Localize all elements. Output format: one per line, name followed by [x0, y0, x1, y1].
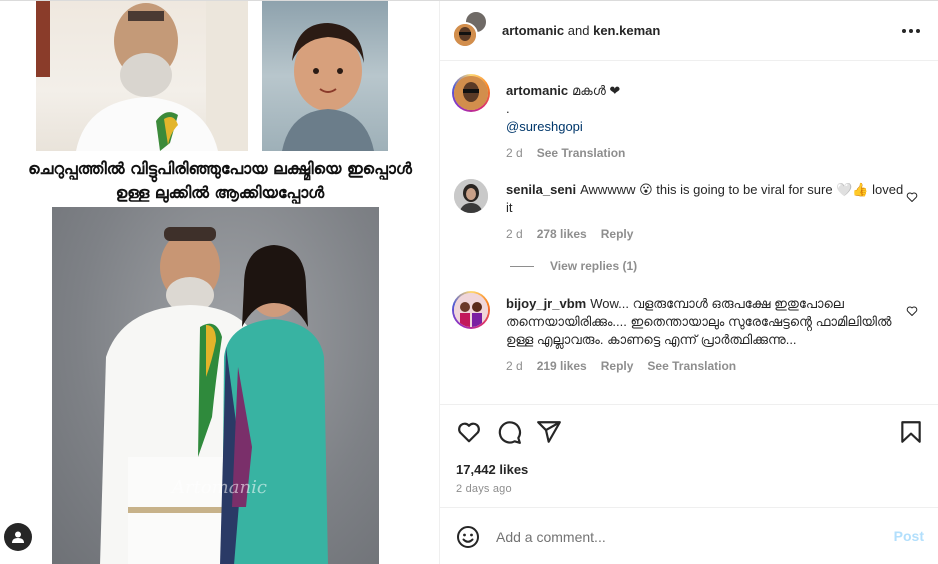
post-actions: 17,442 likes 2 days ago [440, 405, 938, 505]
post-timestamp[interactable]: 2 days ago [456, 483, 512, 495]
avatar[interactable] [454, 179, 488, 213]
comment-text-line2: . [506, 101, 510, 116]
comment-likes[interactable]: 278 likes [537, 227, 587, 241]
view-replies-button[interactable]: View replies (1) [510, 259, 637, 273]
avatar-artomanic[interactable] [452, 21, 478, 48]
more-options-button[interactable] [902, 23, 920, 39]
comment-icon[interactable] [496, 419, 522, 445]
caption-comment: artomanic മകൾ ❤ . @sureshgopi 2 d See Tran… [452, 74, 924, 176]
likes-count[interactable]: 17,442 likes [456, 462, 528, 477]
post-authors: artomanic and ken.keman [502, 23, 660, 38]
comment-text: മകൾ ❤ [572, 83, 621, 98]
heart-icon[interactable] [456, 419, 482, 445]
author-artomanic[interactable]: artomanic [502, 23, 564, 38]
caption-line-1: ചെറുപ്പത്തിൽ വിട്ടുപിരിഞ്ഞുപോയ ലക്ഷ്മിയെ… [28, 159, 412, 178]
mention-link[interactable]: @sureshgopi [506, 119, 583, 134]
avatar[interactable] [454, 76, 488, 110]
like-comment-heart-icon[interactable] [906, 191, 918, 203]
photo-father-daughter: Artomanic [52, 207, 379, 564]
comment-username[interactable]: bijoy_jr_vbm [506, 296, 586, 311]
watermark: Artomanic [172, 477, 267, 498]
bookmark-icon[interactable] [898, 419, 924, 445]
add-comment-input[interactable] [496, 526, 876, 548]
and-text: and [567, 23, 590, 38]
comment-time[interactable]: 2 d [506, 146, 523, 160]
post-panel: artomanic and ken.keman artomanic മകൾ ❤ .… [440, 1, 938, 564]
add-comment-bar: Post [440, 507, 938, 564]
caption-line-2: ഉള്ള ലുക്കിൽ ആക്കിയപ്പോൾ [115, 183, 325, 202]
more-icon-dot [916, 29, 920, 33]
reply-button[interactable]: Reply [601, 359, 634, 373]
comment-time[interactable]: 2 d [506, 359, 523, 373]
share-icon[interactable] [536, 419, 562, 445]
comment-item: senila_seni Awwwww 😮 this is going to be … [454, 179, 924, 259]
like-comment-heart-icon[interactable] [906, 305, 918, 317]
comment-username[interactable]: artomanic [506, 83, 568, 98]
comment-time[interactable]: 2 d [506, 227, 523, 241]
photo-child [262, 1, 388, 151]
reply-button[interactable]: Reply [601, 227, 634, 241]
post-media[interactable]: ചെറുപ്പത്തിൽ വിട്ടുപിരിഞ്ഞുപോയ ലക്ഷ്മിയെ… [0, 1, 440, 564]
user-tag-icon [12, 531, 24, 543]
comment-likes[interactable]: 219 likes [537, 359, 587, 373]
comments-list[interactable]: artomanic മകൾ ❤ . @sureshgopi 2 d See Tran… [440, 62, 938, 405]
view-replies-label: View replies (1) [550, 259, 638, 273]
more-icon [902, 29, 906, 33]
comment-username[interactable]: senila_seni [506, 182, 576, 197]
view-replies-line [510, 265, 534, 267]
more-icon-dot [909, 29, 913, 33]
photo-father-closeup [36, 1, 248, 151]
see-translation-button[interactable]: See Translation [537, 146, 626, 160]
user-tag-button[interactable] [4, 523, 32, 551]
comment-item: bijoy_jr_vbm Wow... വളരുമ്പോൾ ഒരുപക്ഷേ ഇത… [452, 291, 924, 403]
post-comment-button[interactable]: Post [894, 528, 924, 544]
author-ken-keman[interactable]: ken.keman [593, 23, 660, 38]
collab-avatars[interactable] [452, 9, 488, 48]
emoji-icon[interactable] [456, 525, 480, 549]
see-translation-button[interactable]: See Translation [647, 359, 736, 373]
post-header: artomanic and ken.keman [440, 1, 938, 61]
avatar[interactable] [454, 293, 488, 327]
